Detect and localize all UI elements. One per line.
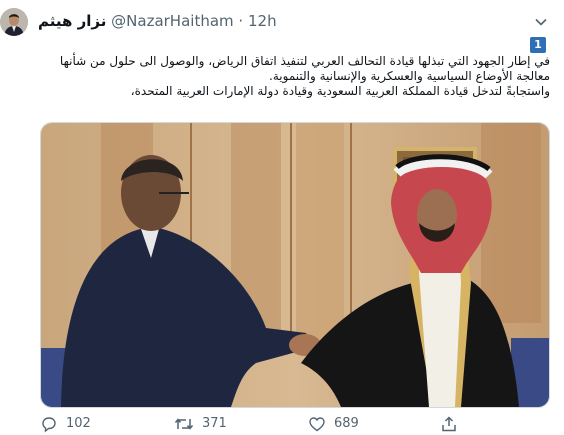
retweet-count: 371: [202, 416, 227, 431]
number-badge: 1: [530, 37, 546, 53]
tweet-text-line: واستجابةً لتدخل قيادة المملكة العربية ال…: [130, 84, 550, 98]
like-count: 689: [334, 416, 359, 431]
reply-icon: [42, 417, 56, 433]
tweet-actions: 102 371 689: [40, 414, 560, 434]
share-button[interactable]: [440, 414, 458, 434]
author-name[interactable]: نزار هيثم: [38, 12, 106, 30]
reply-count: 102: [66, 416, 91, 431]
author-handle[interactable]: @NazarHaitham: [111, 12, 233, 30]
tweet-header: نزار هيثم @NazarHaitham · 12h: [38, 11, 544, 31]
tweet-text-line: معالجة الأوضاع السياسية والعسكرية والإنس…: [269, 69, 550, 83]
retweet-button[interactable]: 371: [174, 414, 227, 434]
heart-icon: [309, 417, 325, 432]
tweet-text: في إطار الجهود التي تبذلها قيادة التحالف…: [38, 54, 550, 99]
retweet-icon: [174, 418, 194, 430]
like-button[interactable]: 689: [308, 414, 359, 434]
avatar[interactable]: [0, 8, 28, 36]
tweet-photo[interactable]: [40, 122, 550, 408]
tweet-text-line: في إطار الجهود التي تبذلها قيادة التحالف…: [59, 54, 550, 68]
reply-button[interactable]: 102: [40, 414, 91, 434]
share-icon: [442, 415, 456, 431]
separator-dot: ·: [238, 12, 244, 30]
tweet-time[interactable]: 12h: [248, 12, 277, 30]
chevron-down-icon[interactable]: [534, 14, 548, 28]
